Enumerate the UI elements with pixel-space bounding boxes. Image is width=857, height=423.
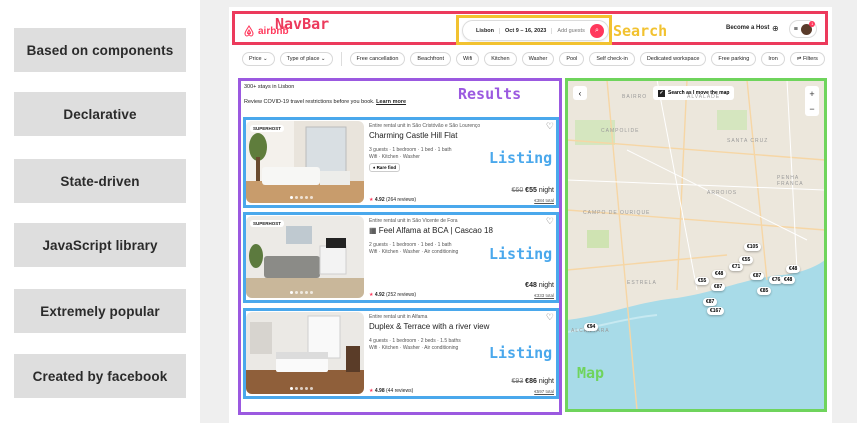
map-annotation-box <box>565 78 827 412</box>
filter-wifi[interactable]: Wifi <box>456 52 480 66</box>
filter-label: Filters <box>802 56 818 62</box>
filter-pool[interactable]: Pool <box>559 52 585 66</box>
results-annotation-label: Results <box>458 85 522 103</box>
airbnb-page: airbnb Lisbon Oct 9 – 16, 2023 Add guest… <box>229 7 832 423</box>
nav-item-state-driven[interactable]: State-driven <box>14 159 186 203</box>
slide: Based on components Declarative State-dr… <box>0 0 857 423</box>
nav-item-extremely-popular[interactable]: Extremely popular <box>14 289 186 333</box>
filter-dedicated-workspace[interactable]: Dedicated workspace <box>639 52 707 66</box>
navbar-annotation-label: NavBar <box>275 15 330 33</box>
photo-dots[interactable] <box>290 387 313 390</box>
search-annotation-label: Search <box>613 22 668 40</box>
filter-iron[interactable]: Iron <box>761 52 785 66</box>
filter-label: Type of place <box>286 56 320 62</box>
photo-dots[interactable] <box>290 196 313 199</box>
filter-label: Price <box>249 56 262 62</box>
left-navigation: Based on components Declarative State-dr… <box>0 0 200 423</box>
filter-type-of-place[interactable]: Type of place ⌄ <box>279 52 333 66</box>
filter-self-check-in[interactable]: Self check-in <box>589 52 635 66</box>
filter-divider <box>340 52 342 66</box>
listing-annotation-label: Listing <box>489 149 553 167</box>
superhost-badge: SUPERHOST <box>250 125 285 132</box>
filters-button[interactable]: ⇌ Filters <box>789 52 825 66</box>
photo-dots[interactable] <box>290 291 313 294</box>
filter-kitchen[interactable]: Kitchen <box>484 52 517 66</box>
filter-bar: Price ⌄ Type of place ⌄ Free cancellatio… <box>242 52 825 66</box>
nav-item-declarative[interactable]: Declarative <box>14 92 186 136</box>
map-annotation-label: Map <box>577 364 605 382</box>
nav-item-created-by-facebook[interactable]: Created by facebook <box>14 354 186 398</box>
filter-free-parking[interactable]: Free parking <box>711 52 757 66</box>
listing-annotation-label: Listing <box>489 245 553 263</box>
superhost-badge: SUPERHOST <box>250 220 285 227</box>
filter-price[interactable]: Price ⌄ <box>242 52 275 66</box>
filter-beachfront[interactable]: Beachfront <box>410 52 452 66</box>
search-annotation-box <box>456 15 612 45</box>
sliders-icon: ⇌ <box>796 56 802 62</box>
nav-item-based-on-components[interactable]: Based on components <box>14 28 186 72</box>
nav-item-javascript-library[interactable]: JavaScript library <box>14 223 186 267</box>
listing-annotation-label: Listing <box>489 344 553 362</box>
filter-washer[interactable]: Washer <box>521 52 555 66</box>
filter-free-cancellation[interactable]: Free cancellation <box>349 52 406 66</box>
